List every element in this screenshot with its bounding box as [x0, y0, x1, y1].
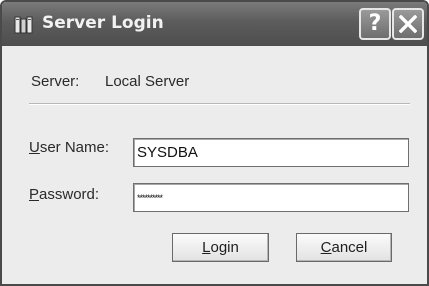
username-label: User Name: [29, 139, 109, 156]
title-bar[interactable]: Server Login ? [2, 2, 427, 46]
username-input[interactable] [133, 138, 409, 167]
username-mnemonic: U [29, 139, 40, 156]
password-label: Password: [29, 186, 99, 203]
separator [29, 103, 410, 105]
server-icon [14, 16, 34, 34]
password-mnemonic: P [29, 186, 40, 203]
cancel-label: ancel [331, 239, 368, 256]
window-title: Server Login [42, 13, 164, 33]
server-value: Local Server [105, 73, 190, 90]
username-label-text: ser Name: [39, 139, 110, 156]
login-button[interactable]: Login [172, 233, 269, 262]
cancel-button[interactable]: Cancel [296, 233, 392, 262]
help-button[interactable]: ? [359, 8, 391, 40]
password-input[interactable] [133, 183, 409, 212]
server-label: Server: [31, 73, 80, 90]
login-label: ogin [210, 239, 239, 256]
password-label-text: assword: [39, 186, 100, 203]
close-button[interactable] [392, 8, 424, 40]
close-icon [399, 15, 417, 33]
cancel-mnemonic: C [320, 239, 332, 256]
server-login-dialog: Server Login ? Server: Local Server User… [0, 0, 429, 286]
